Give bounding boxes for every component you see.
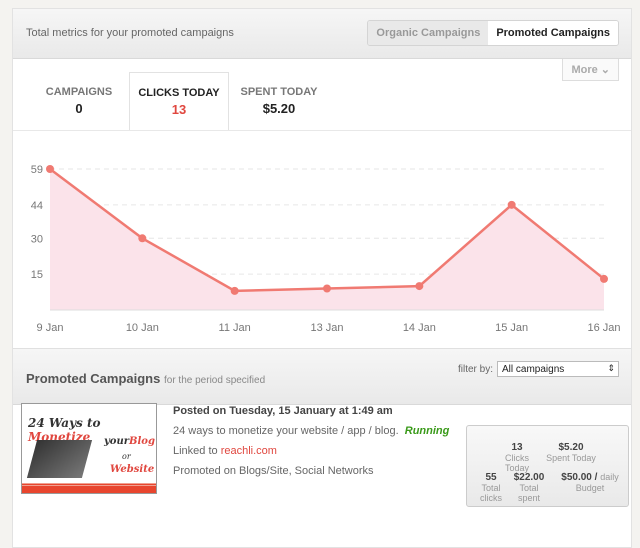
posted-date: Posted on Tuesday, 15 January at 1:49 am xyxy=(173,405,393,417)
data-point xyxy=(507,200,516,209)
section-title: Promoted Campaigns xyxy=(26,371,161,386)
filter-select[interactable]: All campaigns ⇕ xyxy=(497,361,619,377)
clicks-chart: 15 30 44 59 9 Jan 10 Jan 11 Jan 13 Jan 14 Jan 15 … xyxy=(31,164,621,334)
x-tick-label: 10 Jan xyxy=(126,322,159,334)
metrics-panel: Total metrics for your promoted campaign… xyxy=(12,8,632,548)
y-tick-label: 44 xyxy=(31,200,43,212)
status-badge: Running xyxy=(404,425,450,437)
y-tick-label: 15 xyxy=(31,269,43,281)
x-tick-label: 9 Jan xyxy=(37,322,64,334)
data-point xyxy=(46,164,54,173)
x-tick-label: 16 Jan xyxy=(587,322,620,334)
data-point xyxy=(415,282,424,291)
filter-value: All campaigns xyxy=(502,364,565,375)
campaign-stats: 13 Clicks Today $5.20 Spent Today 55 Total … xyxy=(466,425,629,507)
data-point xyxy=(600,274,608,283)
x-tick-label: 13 Jan xyxy=(310,322,343,334)
laptop-image xyxy=(26,440,93,478)
data-point xyxy=(230,286,239,295)
data-point xyxy=(323,284,331,293)
campaign-description: 24 ways to monetize your website / app /… xyxy=(173,425,399,437)
data-point xyxy=(138,234,147,243)
filter-label: filter by: xyxy=(457,363,493,375)
x-tick-label: 15 Jan xyxy=(495,322,528,334)
campaign-thumbnail[interactable]: 24 Ways to Monetize yourBlog or Website xyxy=(21,403,157,494)
campaign-link[interactable]: reachli.com xyxy=(221,445,277,457)
section-subtitle: for the period specified xyxy=(163,375,266,386)
y-tick-label: 30 xyxy=(31,233,43,245)
section-header: Promoted Campaigns for the period specif… xyxy=(13,348,631,405)
x-tick-label: 14 Jan xyxy=(403,322,436,334)
campaign-info: Posted on Tuesday, 15 January at 1:49 am… xyxy=(173,405,449,485)
select-arrows-icon: ⇕ xyxy=(607,363,615,373)
promoted-on: Promoted on Blogs/Site, Social Networks xyxy=(173,465,374,477)
x-tick-label: 11 Jan xyxy=(219,322,251,334)
linked-label: Linked to xyxy=(173,445,218,457)
y-tick-label: 59 xyxy=(31,164,43,176)
